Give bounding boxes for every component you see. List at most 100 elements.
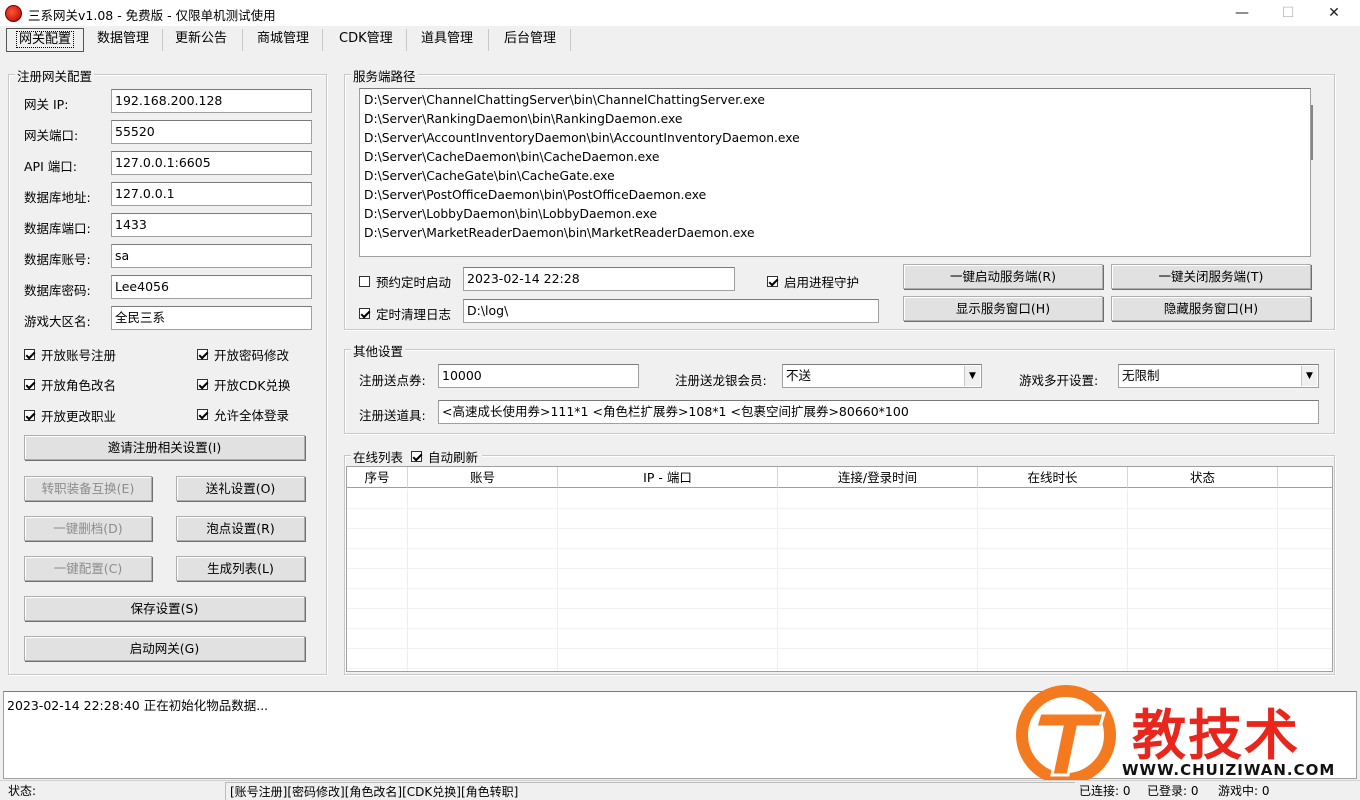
- tab-update-notice[interactable]: 更新公告: [166, 26, 236, 52]
- status-label: 状态:: [8, 784, 37, 798]
- schedule-time-input[interactable]: 2023-02-14 22:28: [463, 267, 735, 291]
- watermark-brand: 教技术: [1132, 704, 1300, 767]
- zone-name-label: 游戏大区名:: [24, 314, 91, 329]
- db-account-label: 数据库账号:: [24, 252, 91, 267]
- register-vip-select[interactable]: 不送 ▼: [782, 364, 982, 388]
- register-vip-label: 注册送龙银会员:: [675, 373, 767, 388]
- open-password-change-checkbox[interactable]: 开放密码修改: [197, 345, 289, 364]
- open-register-checkbox[interactable]: 开放账号注册: [24, 345, 116, 364]
- show-server-window-button[interactable]: 显示服务窗口(H): [903, 296, 1103, 321]
- clean-log-checkbox[interactable]: 定时清理日志: [359, 304, 451, 323]
- connected-count: 已连接: 0: [1079, 784, 1131, 798]
- register-items-label: 注册送道具:: [359, 408, 426, 423]
- logged-in-count: 已登录: 0: [1147, 784, 1199, 798]
- chevron-down-icon: ▼: [964, 366, 980, 386]
- checkbox-checked-icon: [411, 451, 423, 462]
- checkbox-checked-icon: [197, 409, 208, 420]
- register-points-input[interactable]: 10000: [438, 364, 639, 388]
- server-path-list[interactable]: D:\Server\ChannelChattingServer\bin\Chan…: [359, 88, 1313, 257]
- title-bar: 三系网关v1.08 - 免费版 - 仅限单机测试使用 — ☐ ✕: [0, 0, 1360, 26]
- tab-data-management[interactable]: 数据管理: [88, 26, 158, 52]
- gift-settings-button[interactable]: 送礼设置(O): [176, 476, 305, 501]
- checkbox-checked-icon: [197, 349, 208, 360]
- watermark-url: WWW.CHUIZIWAN.COM: [1122, 761, 1336, 779]
- log-path-input[interactable]: D:\log\: [463, 299, 879, 323]
- db-password-input[interactable]: Lee4056: [111, 275, 312, 299]
- server-path-title: 服务端路径: [351, 66, 418, 85]
- multi-open-select[interactable]: 无限制 ▼: [1118, 364, 1319, 388]
- bubble-points-settings-button[interactable]: 泡点设置(R): [176, 516, 305, 541]
- list-scrollbar-thumb[interactable]: [1311, 105, 1313, 160]
- list-item[interactable]: D:\Server\CacheDaemon\bin\CacheDaemon.ex…: [360, 148, 1310, 167]
- auto-refresh-checkbox[interactable]: 自动刷新: [411, 447, 478, 466]
- list-item[interactable]: D:\Server\ChannelChattingServer\bin\Chan…: [360, 91, 1310, 110]
- chevron-down-icon: ▼: [1301, 366, 1317, 386]
- list-item[interactable]: D:\Server\MarketReaderDaemon\bin\MarketR…: [360, 224, 1310, 243]
- column-header-login-time[interactable]: 连接/登录时间: [778, 467, 978, 488]
- zone-name-input[interactable]: 全民三系: [111, 306, 312, 330]
- gateway-ip-label: 网关 IP:: [24, 97, 69, 112]
- schedule-start-checkbox[interactable]: 预约定时启动: [359, 272, 451, 291]
- one-click-config-button[interactable]: 一键配置(C): [24, 556, 152, 581]
- open-job-change-checkbox[interactable]: 开放更改职业: [24, 406, 116, 425]
- tab-cdk-management[interactable]: CDK管理: [330, 26, 402, 52]
- tab-gateway-config[interactable]: 网关配置: [6, 28, 85, 52]
- maximize-button[interactable]: ☐: [1278, 4, 1298, 22]
- column-header-filler: [1278, 467, 1332, 488]
- close-button[interactable]: ✕: [1324, 4, 1344, 22]
- column-header-ip-port[interactable]: IP - 端口: [558, 467, 778, 488]
- api-port-label: API 端口:: [24, 159, 77, 174]
- generate-list-button[interactable]: 生成列表(L): [176, 556, 305, 581]
- save-settings-button[interactable]: 保存设置(S): [24, 596, 305, 621]
- gateway-port-input[interactable]: 55520: [111, 120, 312, 144]
- open-cdk-checkbox[interactable]: 开放CDK兑换: [197, 375, 291, 394]
- register-items-input[interactable]: <高速成长使用券>111*1 <角色栏扩展券>108*1 <包裹空间扩展券>80…: [438, 400, 1319, 424]
- list-item[interactable]: D:\Server\PostOfficeDaemon\bin\PostOffic…: [360, 186, 1310, 205]
- list-item[interactable]: D:\Server\LobbyDaemon\bin\LobbyDaemon.ex…: [360, 205, 1310, 224]
- db-address-input[interactable]: 127.0.0.1: [111, 182, 312, 206]
- open-rename-checkbox[interactable]: 开放角色改名: [24, 375, 116, 394]
- column-header-index[interactable]: 序号: [347, 467, 408, 488]
- feature-status: [账号注册][密码修改][角色改名][CDK兑换][角色转职]: [225, 782, 1075, 800]
- checkbox-checked-icon: [24, 410, 35, 421]
- db-port-input[interactable]: 1433: [111, 213, 312, 237]
- start-gateway-button[interactable]: 启动网关(G): [24, 636, 305, 661]
- start-all-servers-button[interactable]: 一键启动服务端(R): [903, 264, 1103, 289]
- column-header-online-duration[interactable]: 在线时长: [978, 467, 1128, 488]
- checkbox-unchecked-icon: [359, 276, 370, 287]
- tab-bar: 网关配置 数据管理 更新公告 商城管理 CDK管理 道具管理 后台管理: [0, 26, 1360, 54]
- online-list-title: 在线列表 自动刷新: [351, 447, 483, 466]
- tab-backend-management[interactable]: 后台管理: [495, 26, 565, 52]
- list-item[interactable]: D:\Server\RankingDaemon\bin\RankingDaemo…: [360, 110, 1310, 129]
- checkbox-checked-icon: [197, 379, 208, 390]
- db-account-input[interactable]: sa: [111, 244, 312, 268]
- app-logo-icon: [5, 5, 22, 22]
- invite-register-settings-button[interactable]: 邀请注册相关设置(I): [24, 435, 305, 460]
- job-equipment-swap-button[interactable]: 转职装备互换(E): [24, 476, 152, 501]
- checkbox-checked-icon: [24, 379, 35, 390]
- hide-server-window-button[interactable]: 隐藏服务窗口(H): [1111, 296, 1311, 321]
- list-item[interactable]: D:\Server\CacheGate\bin\CacheGate.exe: [360, 167, 1310, 186]
- allow-all-login-checkbox[interactable]: 允许全体登录: [197, 405, 289, 424]
- online-list-table[interactable]: 序号 账号 IP - 端口 连接/登录时间 在线时长 状态: [346, 466, 1333, 672]
- list-item[interactable]: D:\Server\AccountInventoryDaemon\bin\Acc…: [360, 129, 1310, 148]
- tab-shop-management[interactable]: 商城管理: [248, 26, 318, 52]
- gateway-ip-input[interactable]: 192.168.200.128: [111, 89, 312, 113]
- column-header-status[interactable]: 状态: [1128, 467, 1278, 488]
- tab-item-management[interactable]: 道具管理: [412, 26, 482, 52]
- db-address-label: 数据库地址:: [24, 190, 91, 205]
- multi-open-label: 游戏多开设置:: [1019, 373, 1099, 388]
- other-settings-title: 其他设置: [351, 341, 406, 360]
- checkbox-checked-icon: [767, 276, 778, 287]
- in-game-count: 游戏中: 0: [1218, 784, 1270, 798]
- column-header-account[interactable]: 账号: [408, 467, 558, 488]
- stop-all-servers-button[interactable]: 一键关闭服务端(T): [1111, 264, 1311, 289]
- watermark: 教技术 WWW.CHUIZIWAN.COM: [1012, 683, 1352, 785]
- minimize-button[interactable]: —: [1232, 4, 1252, 22]
- checkbox-checked-icon: [24, 349, 35, 360]
- db-port-label: 数据库端口:: [24, 221, 91, 236]
- process-guard-checkbox[interactable]: 启用进程守护: [767, 272, 859, 291]
- one-click-wipe-button[interactable]: 一键删档(D): [24, 516, 152, 541]
- checkbox-checked-icon: [359, 308, 370, 319]
- api-port-input[interactable]: 127.0.0.1:6605: [111, 151, 312, 175]
